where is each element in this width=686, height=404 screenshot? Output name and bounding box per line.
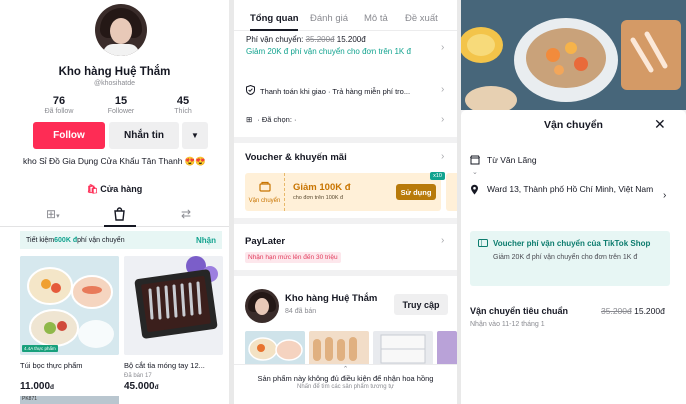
product-image: 4.4A thực phẩm	[20, 256, 119, 355]
tab-reviews[interactable]: Đánh giá	[310, 13, 348, 24]
shop-sold-count: 84 đã bán	[285, 308, 317, 315]
product-title: Túi bọc thực phẩm	[20, 361, 83, 370]
shipping-sheet-screen: Vận chuyển ✕ Từ Văn Lãng ⌄ Ward 13, Thàn…	[461, 0, 686, 404]
shipping-voucher-card: Vận chuyển Giảm 100K đ cho đơn trên 100K…	[245, 172, 445, 211]
shipping-savings-banner: Tiết kiệm 600K đ phí vận chuyển Nhận	[20, 231, 222, 249]
shop-tab-icon[interactable]	[113, 207, 126, 224]
profile-tabs: ⊞▾ ⇄	[0, 205, 229, 227]
caret-down-icon: ▼	[191, 131, 199, 140]
shipping-fee-row[interactable]: Phí vận chuyển: 35.200đ 15.200đ Giảm 20K…	[246, 34, 446, 58]
tab-recommended[interactable]: Đề xuất	[405, 13, 438, 24]
product-badge: 4.4A thực phẩm	[22, 345, 58, 352]
next-product-card[interactable]: PK871	[20, 396, 119, 404]
shop-product-thumbnail[interactable]	[309, 331, 369, 367]
paylater-title: PayLater	[245, 236, 286, 247]
shop-product-thumbnail[interactable]	[245, 331, 305, 367]
delivery-eta: Nhận vào 11-12 tháng 1	[470, 321, 545, 328]
grid-icon: ⊞	[246, 115, 253, 124]
chevron-down-icon: ⌄	[472, 169, 478, 176]
voucher-count-badge: x10	[430, 172, 445, 180]
repost-tab-icon[interactable]: ⇄	[181, 207, 191, 221]
close-icon[interactable]: ✕	[654, 116, 666, 133]
origin-row: Từ Văn Lãng	[470, 155, 537, 168]
sheet-title: Vận chuyển	[544, 119, 603, 131]
use-voucher-button[interactable]: Sử dụng	[396, 184, 436, 200]
product-title: Bộ cắt tỉa móng tay 12...	[124, 361, 205, 370]
shop-link[interactable]: 🛍 Cửa hàng	[0, 184, 229, 195]
destination-row[interactable]: Ward 13, Thành phố Hồ Chí Minh, Việt Nam	[470, 184, 665, 198]
tab-description[interactable]: Mô tả	[364, 13, 388, 24]
visit-shop-button[interactable]: Truy cập	[394, 294, 448, 315]
active-tab-indicator	[250, 29, 298, 31]
shipping-old-price: 35.200đ	[305, 35, 335, 44]
stat-following[interactable]: 76 Đã follow	[34, 95, 84, 115]
product-detail-screen: Tổng quan Đánh giá Mô tả Đề xuất Phí vận…	[234, 0, 457, 404]
paylater-subtitle: Nhận hạn mức lên đến 30 triệu	[245, 252, 341, 263]
chevron-right-icon: ›	[441, 42, 445, 53]
product-sold	[20, 373, 119, 379]
notice-main: Sản phẩm này không đủ điều kiện để nhận …	[257, 374, 434, 383]
avatar[interactable]	[95, 4, 147, 56]
ticket-icon	[478, 239, 488, 249]
background-product-image	[461, 0, 686, 110]
payment-row[interactable]: Thanh toán khi giao · Trả hàng miễn phí …	[246, 84, 410, 97]
shopping-bag-icon: 🛍	[86, 184, 99, 194]
shop-product-thumbnail[interactable]	[373, 331, 433, 367]
detail-tabs: Tổng quan Đánh giá Mô tả Đề xuất	[234, 0, 457, 31]
chevron-right-icon[interactable]: ›	[441, 235, 444, 246]
profile-handle: @khosihatde	[94, 80, 135, 87]
shipping-promo: Giảm 20K đ phí vận chuyển cho đơn trên 1…	[246, 47, 411, 56]
shield-icon	[246, 84, 255, 97]
voucher-condition: cho đơn trên 100K đ	[293, 195, 344, 201]
stat-likes[interactable]: 45 Thích	[158, 95, 208, 115]
chevron-right-icon[interactable]: ›	[441, 151, 444, 162]
chevron-right-icon: ›	[441, 84, 445, 95]
section-divider	[234, 218, 457, 224]
product-card[interactable]: 4.4A thực phẩm Túi bọc thực phẩm 11.000đ	[20, 256, 119, 392]
commission-notice[interactable]: ⌃ Sản phẩm này không đủ điều kiện để nhậ…	[234, 364, 457, 404]
section-divider	[234, 137, 457, 143]
voucher-section-title: Voucher & khuyến mãi	[245, 152, 347, 163]
more-dropdown-button[interactable]: ▼	[182, 122, 208, 149]
truck-icon	[258, 180, 272, 198]
active-tab-indicator	[104, 225, 136, 227]
product-image	[124, 256, 223, 355]
claim-button[interactable]: Nhận	[196, 236, 216, 245]
standard-shipping-label: Vận chuyển tiêu chuẩn	[470, 306, 569, 316]
location-pin-icon	[470, 184, 480, 198]
notice-sub: Nhấn để tìm các sản phẩm tương tự	[296, 384, 394, 390]
voucher-type: Vận chuyển	[245, 173, 285, 211]
product-sold: Đã bán 17	[124, 373, 152, 379]
follow-button[interactable]: Follow	[33, 122, 105, 149]
section-divider	[234, 270, 457, 276]
grid-tab-icon[interactable]: ⊞▾	[46, 207, 60, 221]
shipping-new-price: 15.200đ	[336, 35, 366, 44]
shop-profile-screen: Kho hàng Huệ Thắm @khosihatde 76 Đã foll…	[0, 0, 229, 404]
product-price: 45.000đ	[124, 381, 159, 392]
profile-bio: kho Sỉ Đồ Gia Dụng Cửa Khẩu Tân Thanh 😍😍	[23, 156, 206, 166]
chevron-right-icon: ›	[441, 114, 445, 125]
tab-overview[interactable]: Tổng quan	[250, 13, 299, 24]
message-button[interactable]: Nhắn tin	[109, 122, 179, 149]
stat-followers[interactable]: 15 Follower	[96, 95, 146, 115]
standard-shipping-price: 35.200đ 15.200đ	[601, 306, 665, 316]
chevron-up-icon: ⌃	[342, 366, 349, 373]
shop-product-thumbnail[interactable]	[437, 331, 457, 367]
shop-avatar[interactable]	[245, 289, 279, 323]
store-icon	[470, 155, 480, 168]
voucher-amount: Giảm 100K đ	[293, 182, 351, 193]
product-price: 11.000đ	[20, 381, 55, 392]
variant-row[interactable]: ⊞ · Đã chọn: ·	[246, 115, 296, 124]
profile-name: Kho hàng Huệ Thắm	[58, 66, 171, 78]
shipping-bottom-sheet: Vận chuyển ✕ Từ Văn Lãng ⌄ Ward 13, Thàn…	[461, 110, 686, 404]
shipping-voucher-info: Voucher phí vận chuyển của TikTok Shop G…	[470, 231, 670, 286]
chevron-right-icon: ›	[663, 190, 667, 201]
next-voucher-card[interactable]	[446, 173, 457, 211]
product-card[interactable]: Bộ cắt tỉa móng tay 12... Đã bán 17 45.0…	[124, 256, 223, 392]
shop-name[interactable]: Kho hàng Huệ Thắm	[285, 293, 377, 304]
